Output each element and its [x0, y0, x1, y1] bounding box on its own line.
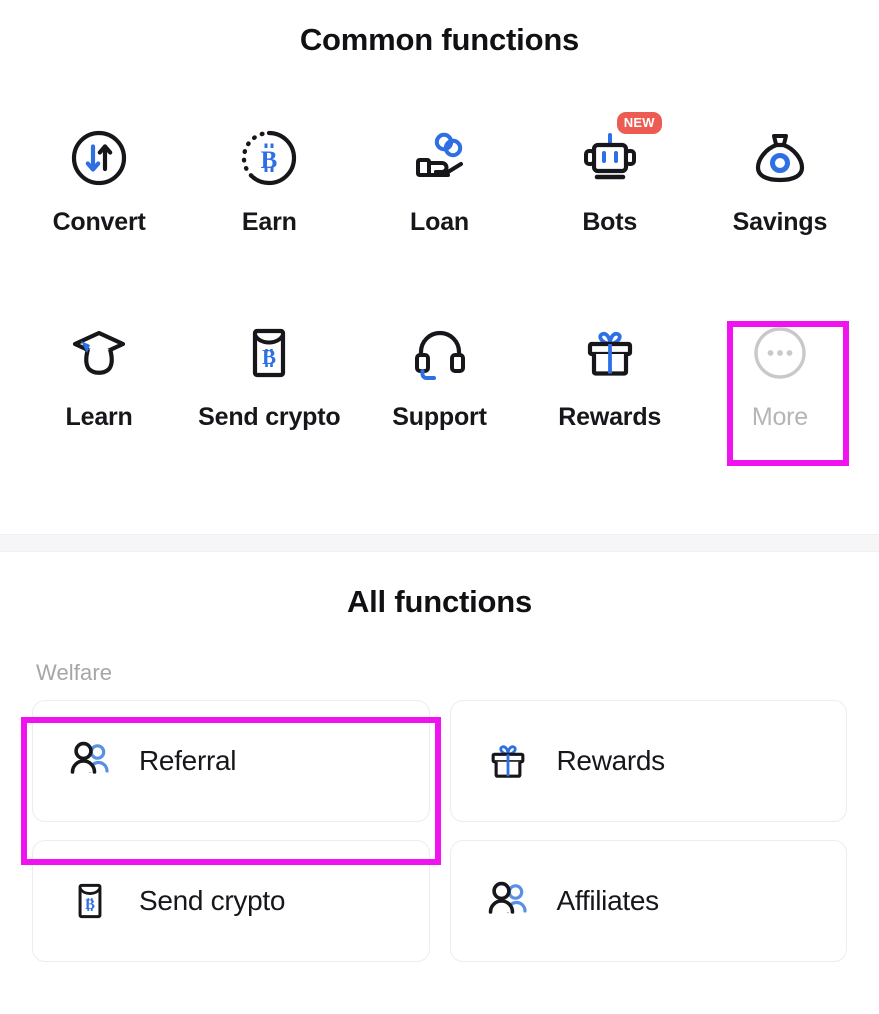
convert-circle-arrows-icon — [67, 126, 131, 190]
card-label: Send crypto — [139, 885, 286, 916]
function-label: Loan — [410, 208, 469, 236]
card-referral[interactable]: Referral — [32, 700, 430, 822]
function-label: Learn — [65, 403, 133, 431]
card-label: Referral — [139, 745, 237, 776]
people-pair-icon — [67, 738, 113, 784]
common-functions-row-1: Convert B Earn Loan NEW Bots Savings — [0, 112, 879, 245]
common-functions-title: Common functions — [299, 22, 580, 57]
function-item-more[interactable]: More — [695, 311, 865, 440]
rewards-gift-box-icon — [485, 738, 531, 784]
card-affiliates[interactable]: Affiliates — [449, 840, 847, 962]
svg-text:B: B — [262, 345, 276, 369]
function-item-send-crypto[interactable]: B Send crypto — [184, 311, 354, 440]
common-functions-row-2: Learn B Send crypto Support Rewards More — [0, 311, 879, 440]
function-label: Support — [392, 403, 487, 431]
more-ellipsis-circle-icon — [748, 321, 812, 385]
function-label: Savings — [732, 208, 828, 236]
group-label-welfare: Welfare — [36, 660, 113, 685]
function-label: Bots — [582, 208, 638, 236]
card-send-crypto[interactable]: B Send crypto — [32, 840, 430, 962]
function-item-bots[interactable]: NEW Bots — [525, 112, 695, 245]
function-item-learn[interactable]: Learn — [14, 311, 184, 440]
function-label: Convert — [52, 208, 146, 236]
common-functions-panel: Common functions Convert B Earn Loan NEW… — [0, 0, 879, 534]
learn-graduation-cap-icon — [67, 321, 131, 385]
section-divider — [0, 534, 879, 552]
savings-money-bag-icon — [748, 126, 812, 190]
earn-bitcoin-dashed-circle-icon: B — [237, 126, 301, 190]
svg-text:B: B — [261, 147, 278, 174]
function-item-convert[interactable]: Convert — [14, 116, 184, 245]
function-label: Rewards — [558, 403, 662, 431]
function-item-support[interactable]: Support — [354, 311, 524, 440]
card-label: Rewards — [556, 745, 666, 776]
svg-text:B: B — [85, 897, 95, 913]
loan-hand-coins-icon — [408, 126, 472, 190]
function-item-loan[interactable]: Loan — [354, 116, 524, 245]
card-label: Affiliates — [556, 885, 660, 916]
function-label: More — [751, 403, 808, 431]
function-item-earn[interactable]: B Earn — [184, 116, 354, 245]
people-pair-icon — [485, 878, 531, 924]
function-label: Send crypto — [198, 403, 341, 431]
function-item-rewards[interactable]: Rewards — [525, 311, 695, 440]
rewards-gift-box-icon — [578, 321, 642, 385]
all-functions-title: All functions — [346, 584, 533, 619]
card-rewards[interactable]: Rewards — [449, 700, 847, 822]
function-label: Earn — [241, 208, 297, 236]
send-crypto-envelope-icon: B — [237, 321, 301, 385]
new-badge: NEW — [616, 112, 662, 134]
function-item-savings[interactable]: Savings — [695, 116, 865, 245]
send-crypto-envelope-icon: B — [67, 878, 113, 924]
welfare-card-grid: Referral Rewards B Send crypto Affiliate… — [0, 686, 879, 962]
bots-robot-head-icon: NEW — [578, 112, 662, 190]
all-functions-panel: All functions Welfare Referral Rewards B… — [0, 552, 879, 962]
support-headset-icon — [408, 321, 472, 385]
